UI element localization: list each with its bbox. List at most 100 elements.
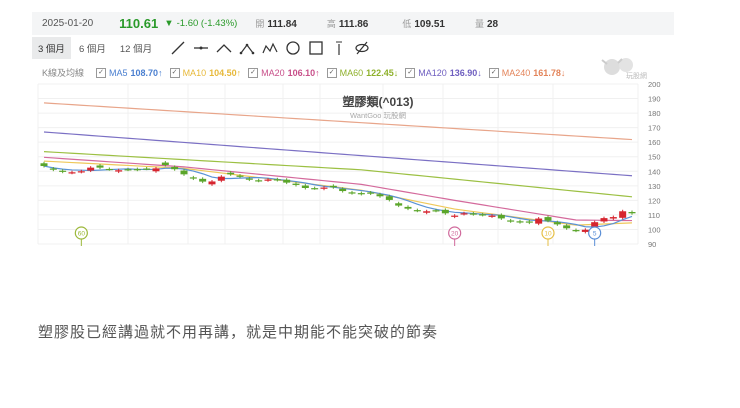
circle-icon[interactable] xyxy=(281,38,304,58)
candle-body xyxy=(553,222,561,225)
candle xyxy=(283,178,291,185)
line-tool-icon[interactable] xyxy=(166,38,189,58)
period-12m-button[interactable]: 12 個月 xyxy=(114,37,158,59)
candle-body xyxy=(227,172,235,175)
candle-body xyxy=(516,221,524,223)
ma-line-ma5 xyxy=(43,165,633,228)
checkbox[interactable]: ✓ xyxy=(248,67,259,78)
y-tick-label: 140 xyxy=(648,167,661,176)
candle xyxy=(404,205,412,211)
period-3m-button[interactable]: 3 個月 xyxy=(32,37,71,59)
candles xyxy=(40,161,636,234)
angle-icon[interactable] xyxy=(212,38,235,58)
candle xyxy=(124,167,132,172)
candle-body xyxy=(199,178,207,182)
candle xyxy=(628,210,636,215)
chart-watermark: WantGoo 玩股網 xyxy=(350,110,406,120)
candle-body xyxy=(395,203,403,206)
chart-title: 塑膠類(^013) xyxy=(342,94,413,109)
candle-body xyxy=(311,188,319,190)
volume-label: 量 xyxy=(474,19,484,29)
ma-name: MA20 xyxy=(261,67,285,78)
ma-name: MA240 xyxy=(501,67,531,78)
ma-marker-60: 60 xyxy=(74,226,88,246)
checkbox[interactable]: ✓ xyxy=(326,67,337,78)
y-tick-label: 200 xyxy=(648,80,661,89)
candle-body xyxy=(40,163,48,167)
marker-label: 5 xyxy=(593,231,597,238)
y-tick-label: 130 xyxy=(648,182,661,191)
candle-body xyxy=(273,179,281,181)
ma240-toggle[interactable]: ✓ MA240 161.78↓ xyxy=(488,67,565,78)
candle-body xyxy=(208,181,216,185)
post-caption: 塑膠股已經講過就不用再講，就是中期能不能突破的節奏 xyxy=(38,324,439,341)
candle-body xyxy=(77,171,85,173)
candle xyxy=(507,218,515,223)
quote-bar: 2025-01-20 110.61 ▼ -1.60 (-1.43%) 開 111.… xyxy=(32,12,674,35)
marker-label: 10 xyxy=(544,231,552,238)
ma-marker-10: 10 xyxy=(541,226,555,246)
candle xyxy=(357,191,365,196)
y-tick-label: 120 xyxy=(648,196,661,205)
candle-body xyxy=(189,177,197,179)
ma20-toggle[interactable]: ✓ MA20 106.10↑ xyxy=(248,67,320,78)
ma-name: MA10 xyxy=(182,67,207,78)
hide-drawings-icon[interactable] xyxy=(350,38,373,58)
open-label: 開 xyxy=(255,19,265,29)
quote-date: 2025-01-20 xyxy=(42,18,94,29)
y-tick-label: 180 xyxy=(648,109,661,118)
candle-body xyxy=(59,170,67,172)
abc-pattern-icon[interactable] xyxy=(235,38,258,58)
candle xyxy=(143,167,151,171)
ma-value: 104.50↑ xyxy=(209,67,242,78)
candle xyxy=(516,219,524,224)
candle-body xyxy=(245,178,253,180)
candle-body xyxy=(124,169,132,171)
period-6m-button[interactable]: 6 個月 xyxy=(73,37,112,59)
volume-value: 28 xyxy=(486,19,499,30)
candle xyxy=(152,166,160,173)
candle-body xyxy=(591,222,599,227)
candle-body xyxy=(49,168,57,170)
checkbox[interactable]: ✓ xyxy=(169,67,180,78)
candle-body xyxy=(581,229,589,232)
candle-body xyxy=(87,167,95,171)
high-label: 高 xyxy=(326,19,336,29)
checkbox[interactable]: ✓ xyxy=(96,67,107,78)
ma-line-ma60 xyxy=(43,151,633,198)
checkbox[interactable]: ✓ xyxy=(405,67,416,78)
y-tick-label: 190 xyxy=(648,95,661,104)
ma-marker-5: 5 xyxy=(588,226,602,246)
candle-body xyxy=(628,212,636,214)
ma60-toggle[interactable]: ✓ MA60 122.45↓ xyxy=(326,67,398,78)
down-arrow-icon: ▼ xyxy=(164,18,174,29)
rectangle-icon[interactable] xyxy=(304,38,327,58)
candle-body xyxy=(488,215,496,217)
checkbox[interactable]: ✓ xyxy=(488,67,499,78)
ma10-toggle[interactable]: ✓ MA10 104.50↑ xyxy=(169,67,242,78)
text-marker-icon[interactable] xyxy=(327,38,350,58)
candle xyxy=(217,175,225,183)
horizontal-line-icon[interactable] xyxy=(189,38,212,58)
candle xyxy=(273,177,281,182)
candle xyxy=(535,217,543,226)
candle-body xyxy=(479,214,487,216)
abcde-pattern-icon[interactable] xyxy=(258,38,281,58)
candle-body xyxy=(217,176,225,181)
candle-body xyxy=(105,168,113,171)
high-value: 111.86 xyxy=(338,19,369,30)
candle-body xyxy=(367,192,375,194)
ma120-toggle[interactable]: ✓ MA120 136.90↓ xyxy=(405,67,482,78)
candlestick-chart[interactable]: 200 190 180 170 160 150 140 130 120 110 100 90 塑膠類(… xyxy=(32,78,672,250)
candle-body xyxy=(497,214,505,219)
candle-body xyxy=(133,169,141,171)
candle-body xyxy=(264,179,272,181)
ma5-toggle[interactable]: ✓ MA5 108.70↑ xyxy=(96,67,163,78)
candle-body xyxy=(423,211,431,213)
candle xyxy=(311,186,319,190)
candle-body xyxy=(236,175,244,177)
y-tick-label: 150 xyxy=(648,153,661,162)
candle xyxy=(199,177,207,184)
candle-body xyxy=(301,185,309,188)
candle xyxy=(189,175,197,181)
